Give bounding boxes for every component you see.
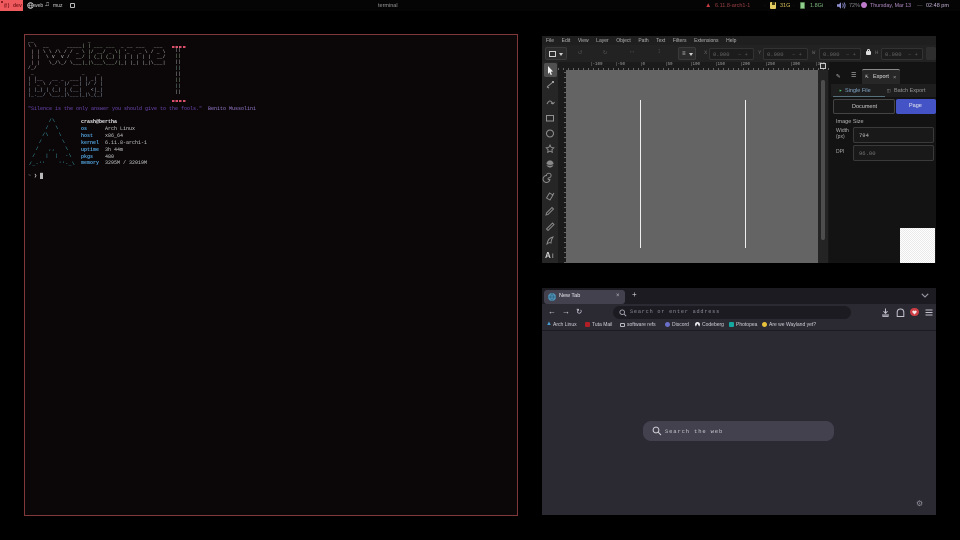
svg-text:I: I [552,254,554,260]
svg-text:A: A [545,251,551,260]
